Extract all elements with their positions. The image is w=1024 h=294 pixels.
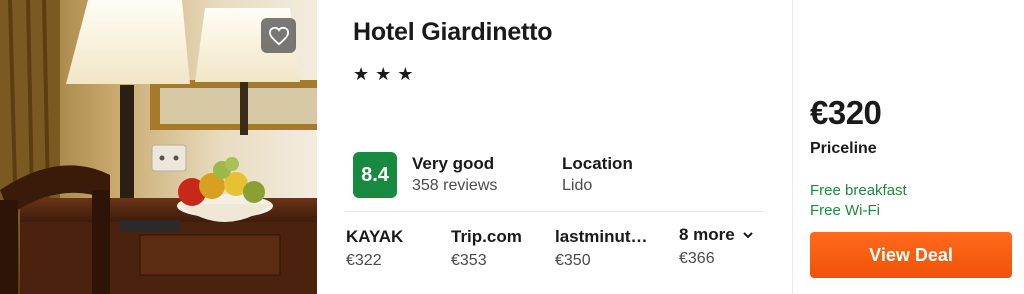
- view-deal-button[interactable]: View Deal: [810, 232, 1012, 278]
- divider: [345, 211, 763, 212]
- deal-price: €320: [810, 94, 882, 131]
- hotel-info: Hotel Giardinetto ★ ★ ★ 8.4 Very good 35…: [317, 0, 792, 294]
- review-summary[interactable]: Very good 358 reviews: [412, 154, 497, 198]
- provider-price: €322: [346, 252, 382, 269]
- provider-price: €353: [451, 252, 487, 269]
- provider-price: €350: [555, 252, 591, 269]
- favorite-button[interactable]: [261, 18, 296, 53]
- location-info: Location Lido: [562, 154, 633, 198]
- column-divider: [792, 0, 793, 294]
- hotel-result-card[interactable]: Hotel Giardinetto ★ ★ ★ 8.4 Very good 35…: [0, 0, 1024, 294]
- review-score-badge: 8.4: [353, 152, 397, 198]
- star-icon: ★: [353, 64, 370, 84]
- provider-trip-com[interactable]: Trip.com €353: [451, 226, 522, 274]
- provider-lastminute[interactable]: lastminut… €350: [555, 226, 648, 274]
- rating-label: Very good: [412, 154, 495, 173]
- star-icon: ★: [397, 64, 414, 84]
- provider-name: KAYAK: [346, 227, 404, 246]
- review-count: 358 reviews: [412, 177, 498, 194]
- perk-free-breakfast: Free breakfast: [810, 182, 907, 199]
- chevron-down-icon: [743, 231, 753, 238]
- provider-kayak[interactable]: KAYAK €322: [346, 226, 403, 274]
- more-providers-price: €366: [679, 250, 715, 267]
- rating-row: 8.4 Very good 358 reviews Location Lido: [353, 152, 773, 198]
- deal-perks: Free breakfast Free Wi-Fi: [810, 181, 907, 221]
- hotel-photo[interactable]: [0, 0, 317, 294]
- deal-provider: Priceline: [810, 140, 877, 157]
- provider-name: lastminut…: [555, 227, 648, 246]
- location-value: Lido: [562, 177, 593, 194]
- heart-icon: [268, 26, 289, 45]
- provider-name: Trip.com: [451, 227, 522, 246]
- more-providers-label: 8 more: [679, 225, 735, 244]
- more-providers-button[interactable]: 8 more €366: [679, 224, 753, 272]
- location-label: Location: [562, 154, 633, 173]
- star-icon: ★: [375, 64, 392, 84]
- provider-prices: KAYAK €322 Trip.com €353 lastminut… €350…: [346, 224, 766, 276]
- star-rating: ★ ★ ★: [353, 64, 413, 84]
- hotel-name[interactable]: Hotel Giardinetto: [353, 18, 553, 47]
- best-deal: €320 Priceline Free breakfast Free Wi-Fi…: [810, 0, 1024, 294]
- perk-free-wifi: Free Wi-Fi: [810, 202, 880, 219]
